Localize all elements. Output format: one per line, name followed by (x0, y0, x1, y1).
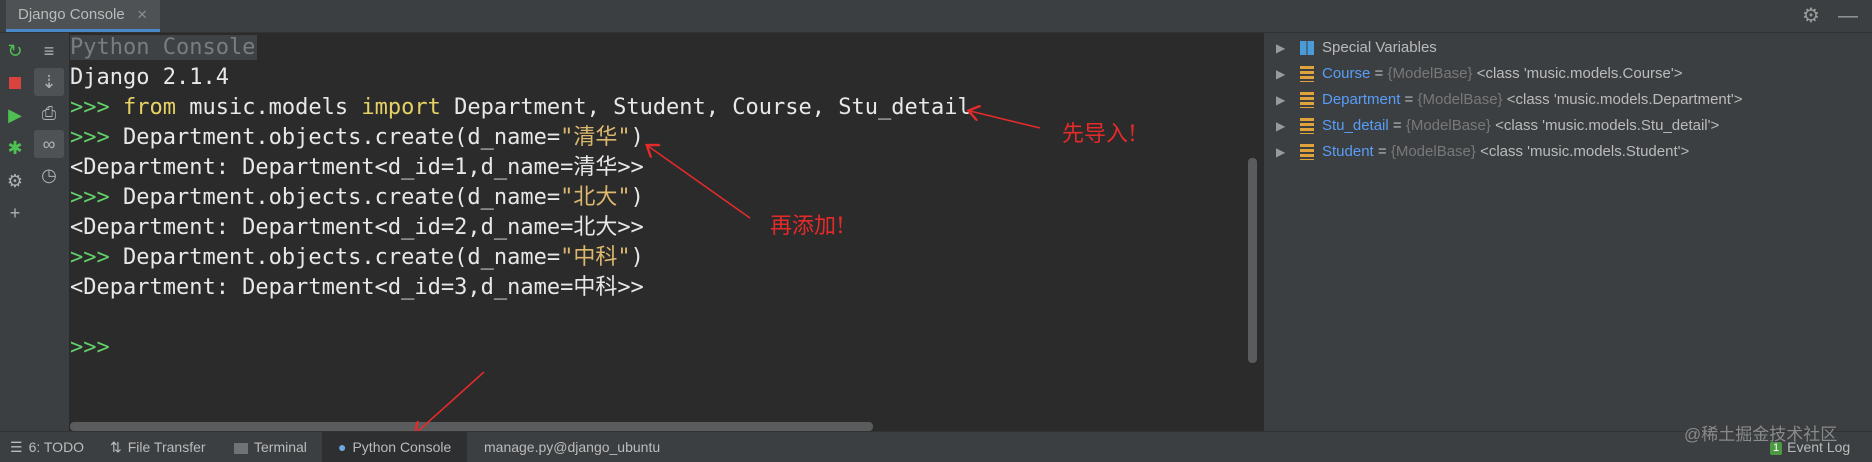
expand-triangle-icon[interactable]: ▶ (1276, 87, 1285, 113)
console-header: Python Console (70, 35, 258, 60)
show-variables-icon[interactable]: ∞ (34, 130, 64, 158)
close-icon[interactable]: ✕ (137, 7, 148, 23)
history-icon[interactable]: ◷ (34, 161, 64, 189)
horizontal-scrollbar[interactable] (70, 422, 873, 431)
variable-icon (1300, 144, 1314, 160)
terminal-tab[interactable]: Terminal (234, 432, 307, 462)
settings-icon[interactable]: ⚙ (0, 169, 30, 193)
console-line: >>> Department.objects.create(d_name="清华… (70, 125, 644, 150)
annotation-then-add: 再添加! (770, 214, 845, 239)
add-icon[interactable]: + (0, 201, 30, 225)
special-variables-icon (1300, 41, 1314, 55)
console-line: >>> from music.models import Department,… (70, 95, 971, 120)
todo-tab[interactable]: ☰ 6: TODO (10, 432, 84, 462)
console-line: Django 2.1.4 (70, 65, 229, 90)
watermark: @稀土掘金技术社区 (1684, 425, 1838, 444)
list-icon: ☰ (10, 439, 23, 455)
console-line: <Department: Department<d_id=2,d_name=北大… (70, 215, 644, 240)
file-transfer-tab[interactable]: ⇅ File Transfer (110, 432, 206, 462)
console-toolbar: ≡ ⇣ ⎙ ∞ ◷ (30, 33, 70, 433)
debug-icon[interactable]: ✱ (0, 136, 30, 160)
console-output[interactable]: Python Console Django 2.1.4 >>> from mus… (70, 33, 1260, 431)
gear-icon[interactable]: ⚙ (1802, 4, 1820, 28)
expand-triangle-icon[interactable]: ▶ (1276, 35, 1285, 61)
expand-triangle-icon[interactable]: ▶ (1276, 61, 1285, 87)
expand-triangle-icon[interactable]: ▶ (1276, 139, 1285, 165)
transfer-icon: ⇅ (110, 439, 122, 455)
variables-panel: ▶ Special Variables ▶ Course = {ModelBas… (1262, 33, 1872, 431)
run-toolbar: ↻ ▶ ✱ ⚙ + (0, 33, 30, 433)
scroll-to-end-icon[interactable]: ⇣ (34, 68, 64, 96)
run-icon[interactable]: ▶ (0, 103, 30, 127)
python-icon: ● (338, 439, 347, 455)
tab-django-console[interactable]: Django Console ✕ (6, 0, 160, 32)
soft-wrap-icon[interactable]: ≡ (34, 37, 64, 65)
console-line: >>> Department.objects.create(d_name="中科… (70, 245, 644, 270)
python-console-tab[interactable]: ● Python Console (322, 432, 468, 462)
variable-icon (1300, 66, 1314, 82)
manage-py-status[interactable]: manage.py@django_ubuntu (484, 432, 660, 462)
tab-title: Django Console (18, 6, 125, 23)
console-line: <Department: Department<d_id=1,d_name=清华… (70, 155, 644, 180)
rerun-icon[interactable]: ↻ (0, 39, 30, 63)
console-input-prompt[interactable]: >>> (70, 333, 110, 363)
stop-icon[interactable] (0, 71, 30, 95)
vertical-scrollbar[interactable] (1248, 158, 1257, 363)
top-bar: Django Console ✕ ⚙ — (0, 0, 1872, 33)
expand-triangle-icon[interactable]: ▶ (1276, 113, 1285, 139)
console-line: <Department: Department<d_id=3,d_name=中科… (70, 275, 644, 300)
minimize-icon[interactable]: — (1838, 4, 1858, 28)
bottom-toolbar: ☰ 6: TODO ⇅ File Transfer Terminal ● Python… (0, 431, 1872, 462)
print-icon[interactable]: ⎙ (34, 99, 64, 127)
variable-icon (1300, 118, 1314, 134)
variable-icon (1300, 92, 1314, 108)
console-line: >>> Department.objects.create(d_name="北大… (70, 185, 644, 210)
annotation-import-first: 先导入! (1062, 122, 1137, 147)
terminal-icon (234, 442, 248, 454)
